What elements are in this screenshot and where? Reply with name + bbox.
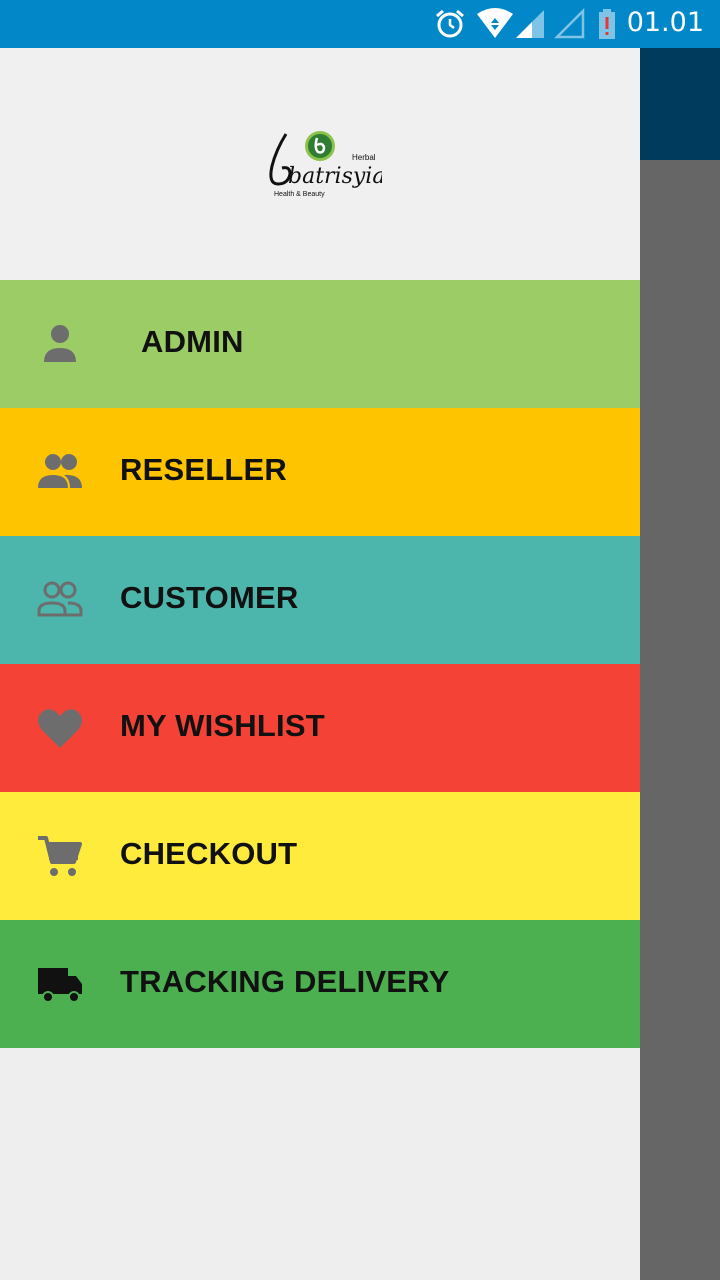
- group-icon: [38, 454, 82, 488]
- truck-icon: [38, 968, 82, 1003]
- status-bar: 01.01: [0, 0, 720, 48]
- group-outline-icon: [37, 581, 83, 617]
- status-time: 01.01: [626, 7, 704, 38]
- cart-icon: [38, 836, 82, 876]
- menu-item-label: CHECKOUT: [120, 836, 298, 871]
- menu-item-wishlist[interactable]: MY WISHLIST: [0, 664, 640, 792]
- menu-item-label: TRACKING DELIVERY: [120, 964, 450, 999]
- batrisyia-logo: batrisyia Herbal Health & Beauty: [269, 131, 382, 198]
- menu-item-admin[interactable]: ADMIN: [0, 280, 640, 408]
- logo-tag-bottom: Health & Beauty: [274, 191, 325, 198]
- signal-icon: [516, 10, 544, 38]
- app-toolbar: [640, 48, 720, 160]
- menu-item-checkout[interactable]: CHECKOUT: [0, 792, 640, 920]
- drawer-scrim[interactable]: [640, 48, 720, 1280]
- drawer-header: batrisyia Herbal Health & Beauty: [0, 48, 640, 280]
- menu-item-label: MY WISHLIST: [120, 708, 325, 743]
- battery-alert-icon: [599, 9, 615, 39]
- logo-brand-text: batrisyia: [288, 164, 382, 189]
- signal-empty-icon: [554, 8, 585, 39]
- navigation-drawer: batrisyia Herbal Health & Beauty ADMIN R…: [0, 48, 640, 1280]
- heart-icon: [38, 709, 82, 748]
- drawer-menu: ADMIN RESELLER CUSTOMER MY WISHLIST CHEC…: [0, 280, 640, 1048]
- menu-item-label: RESELLER: [120, 452, 287, 487]
- logo-tag-top: Herbal: [352, 153, 376, 162]
- menu-item-label: ADMIN: [141, 324, 244, 359]
- menu-item-reseller[interactable]: RESELLER: [0, 408, 640, 536]
- menu-item-customer[interactable]: CUSTOMER: [0, 536, 640, 664]
- alarm-icon: [436, 9, 464, 38]
- menu-item-tracking-delivery[interactable]: TRACKING DELIVERY: [0, 920, 640, 1048]
- person-icon: [44, 325, 76, 362]
- wifi-icon: [477, 8, 513, 38]
- menu-item-label: CUSTOMER: [120, 580, 299, 615]
